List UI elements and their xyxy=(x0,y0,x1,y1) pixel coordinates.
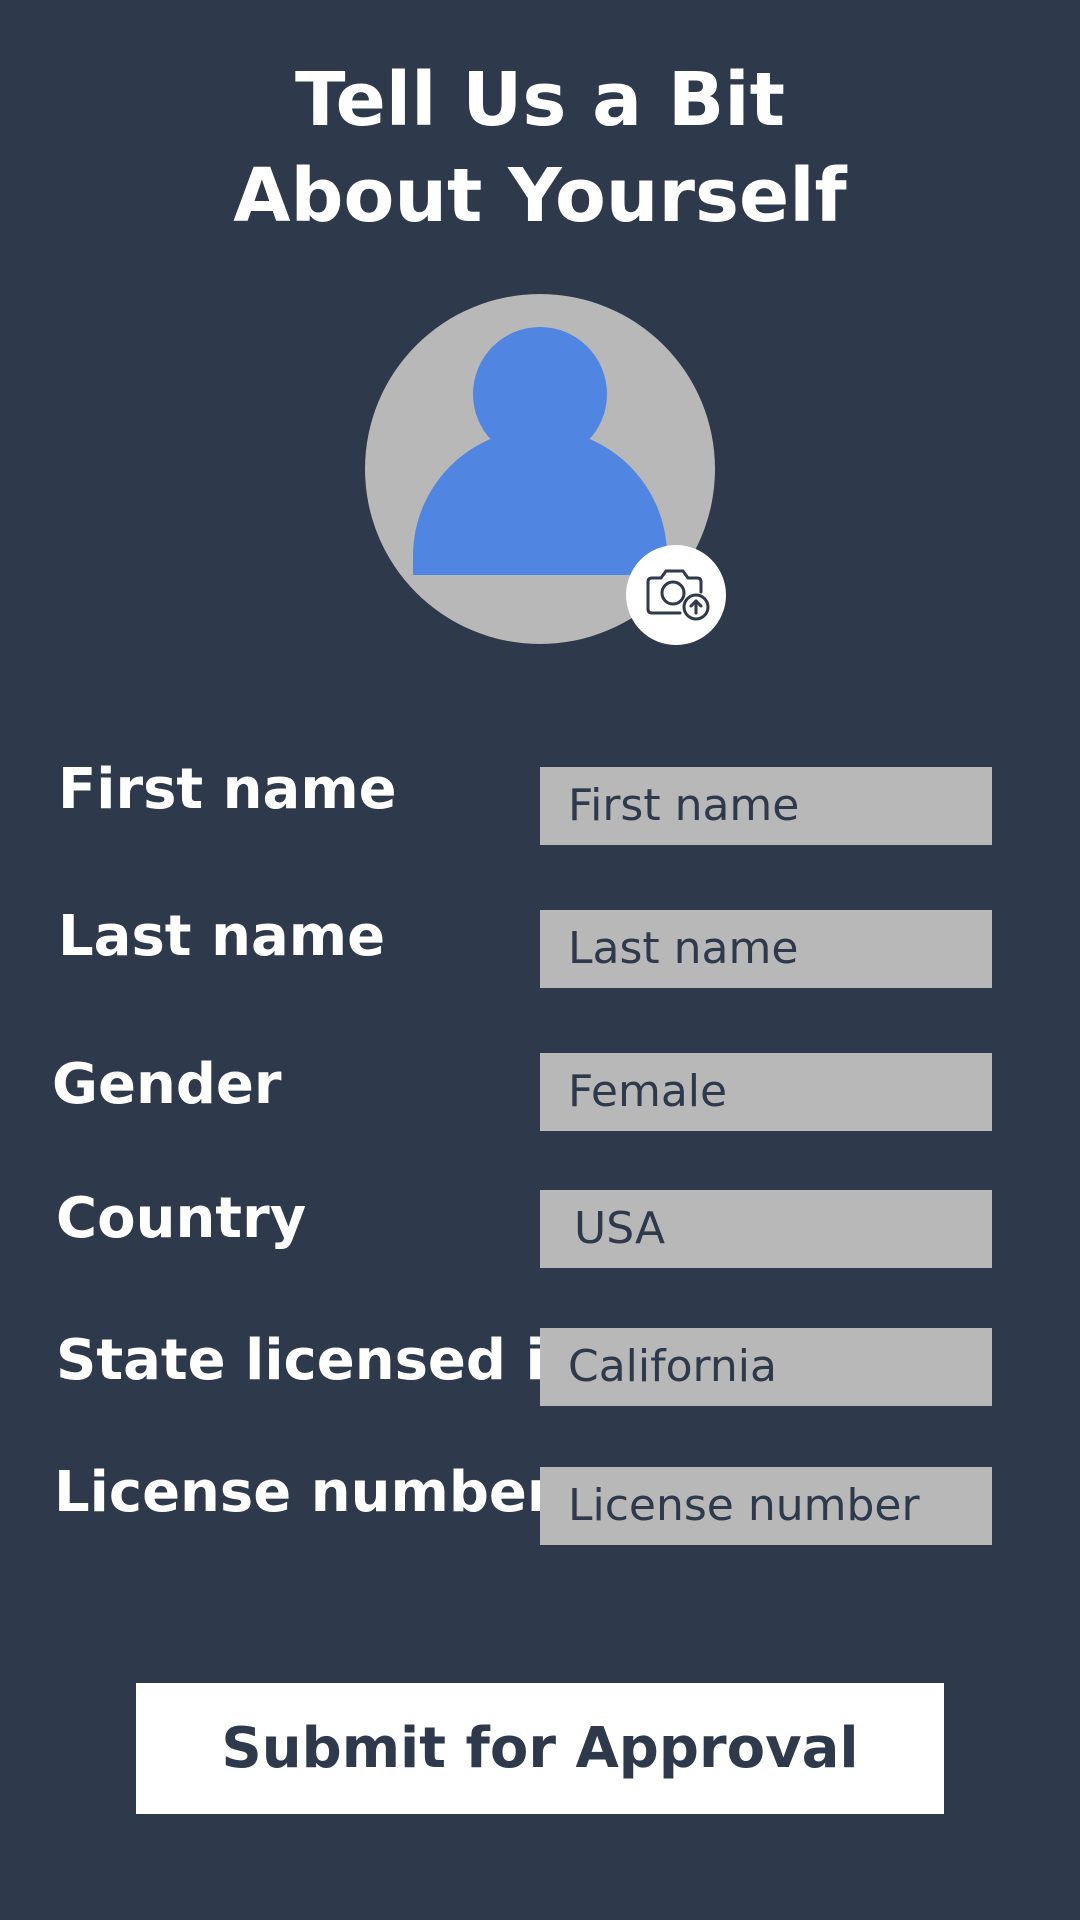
last-name-label: Last name xyxy=(58,904,386,969)
page-title-line-1: Tell Us a Bit xyxy=(294,57,786,143)
country-select[interactable]: USA xyxy=(540,1190,992,1268)
page-title-line-2: About Yourself xyxy=(233,153,847,239)
gender-label: Gender xyxy=(52,1052,282,1117)
country-label: Country xyxy=(56,1186,307,1251)
first-name-field[interactable]: First name xyxy=(540,767,992,845)
license-number-label: License number xyxy=(54,1460,555,1525)
last-name-field[interactable]: Last name xyxy=(540,910,992,988)
gender-select[interactable]: Female xyxy=(540,1053,992,1131)
submit-for-approval-button[interactable]: Submit for Approval xyxy=(136,1683,944,1814)
upload-photo-button[interactable] xyxy=(626,545,726,645)
state-licensed-label: State licensed in xyxy=(56,1328,585,1393)
camera-upload-icon xyxy=(646,569,710,621)
state-licensed-select[interactable]: California xyxy=(540,1328,992,1406)
first-name-label: First name xyxy=(58,757,397,822)
page-title: Tell Us a Bit About Yourself xyxy=(0,52,1080,244)
license-number-field[interactable]: License number xyxy=(540,1467,992,1545)
